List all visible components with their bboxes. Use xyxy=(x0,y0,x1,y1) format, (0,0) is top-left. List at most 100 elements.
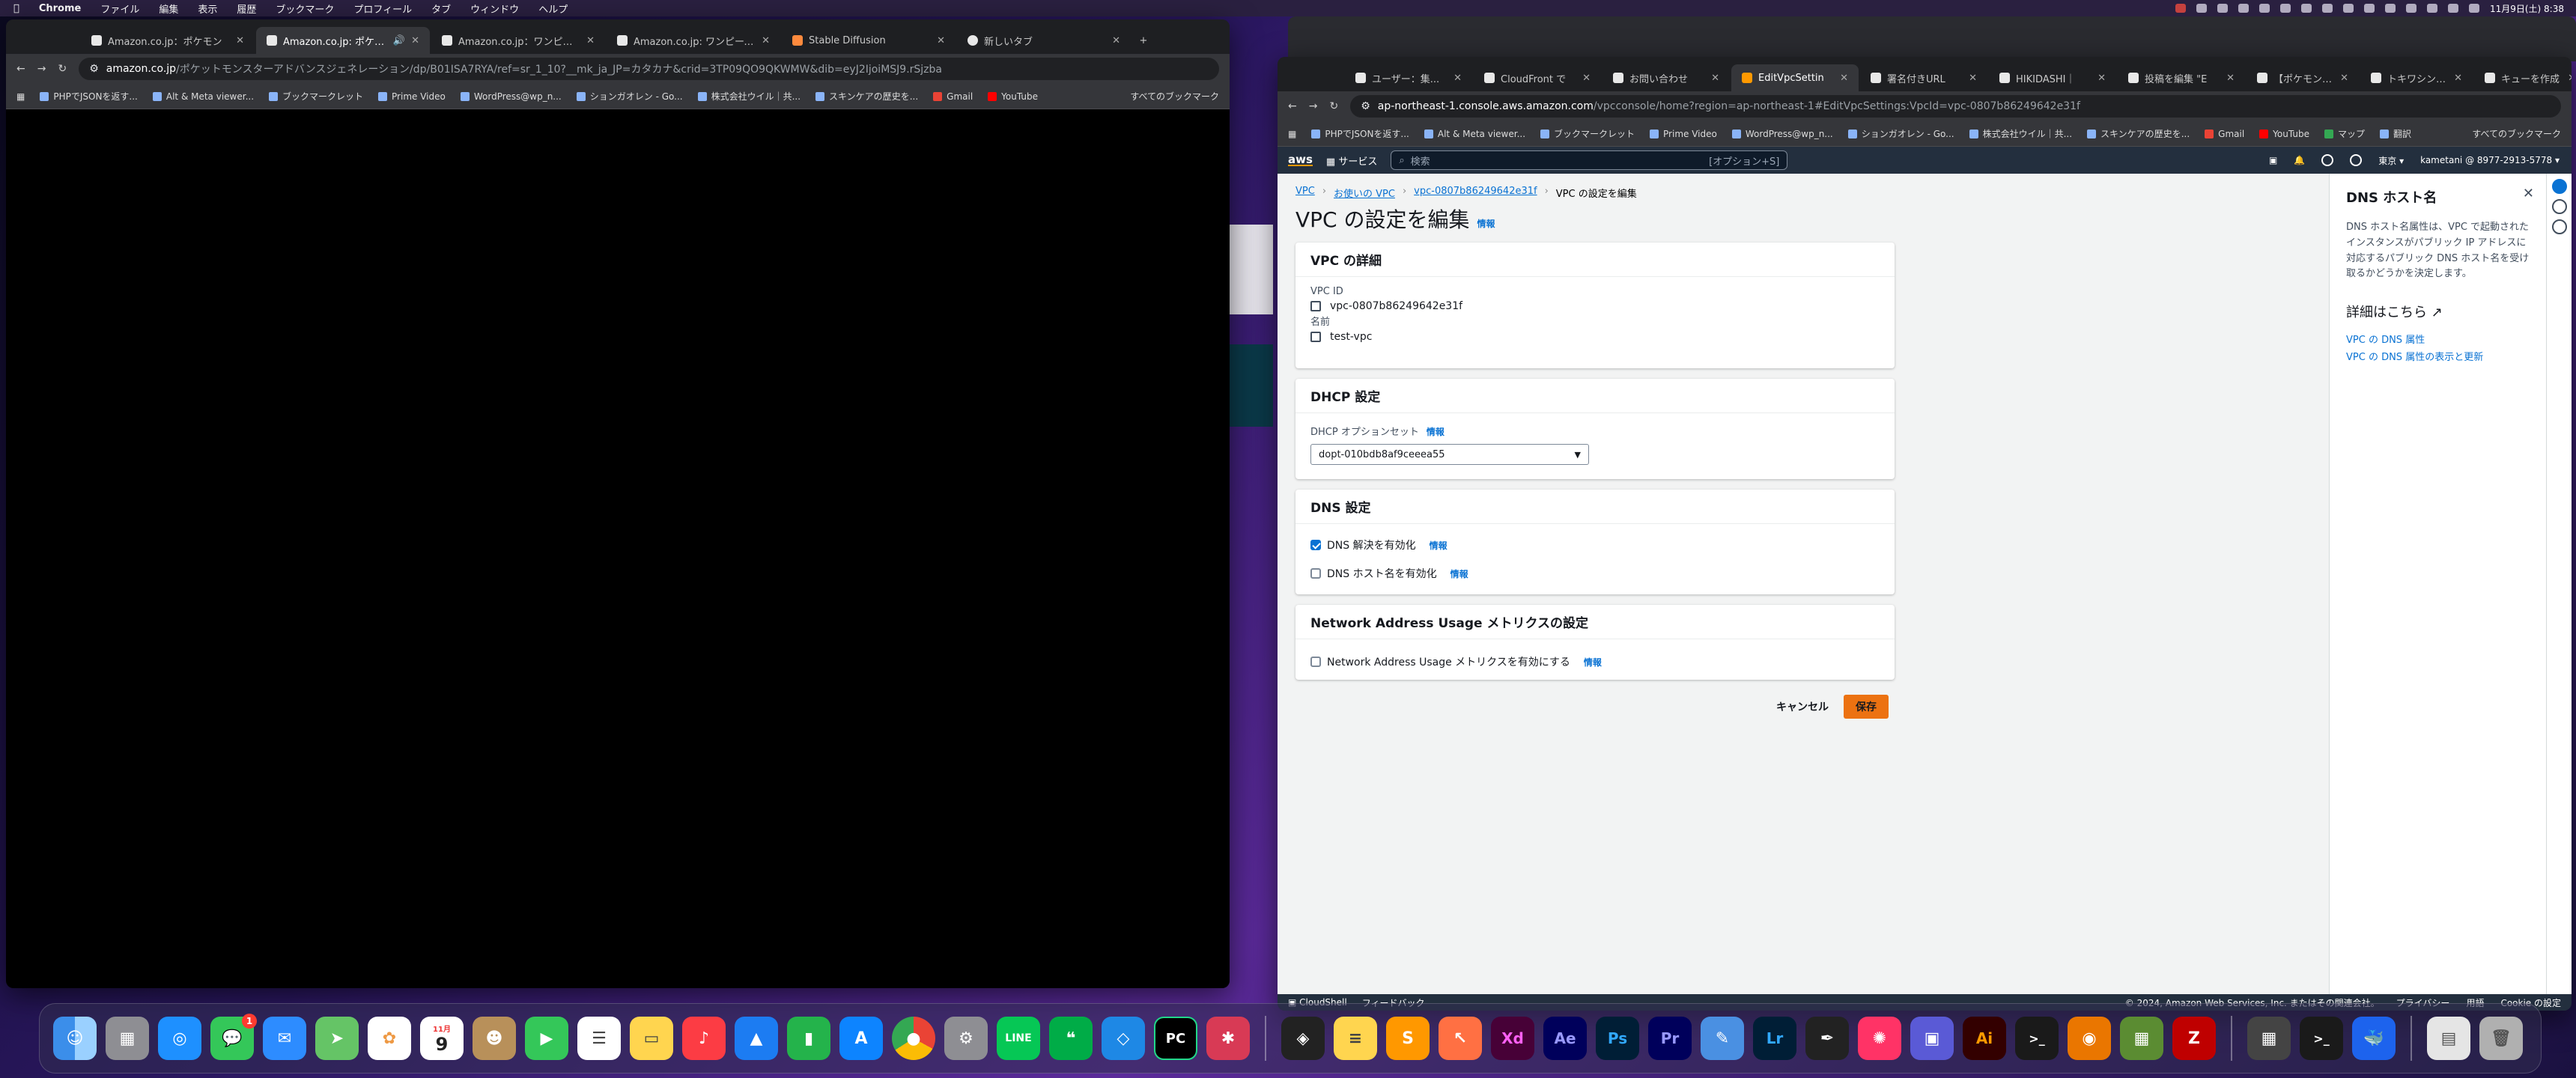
copy-icon[interactable] xyxy=(1310,332,1321,342)
tab[interactable]: 投稿を編集 "E ✕ xyxy=(2118,64,2245,91)
maps-icon[interactable]: ➤ xyxy=(315,1017,359,1060)
bookmark-item[interactable]: マップ xyxy=(2324,127,2365,140)
cloudshell-icon[interactable]: ▣ xyxy=(2269,155,2277,165)
photo-booth-icon[interactable]: ✱ xyxy=(1206,1017,1250,1060)
bookmark-item[interactable]: PHPでJSONを返す... xyxy=(40,90,138,103)
bookmark-item[interactable]: Prime Video xyxy=(1650,129,1717,139)
filezilla-icon[interactable]: Z xyxy=(2172,1017,2216,1060)
finder-icon[interactable]: ☺ xyxy=(53,1017,97,1060)
close-icon[interactable]: ✕ xyxy=(2523,186,2534,201)
bookmark-item[interactable]: スキンケアの歴史を... xyxy=(2087,127,2190,140)
bookmark-item[interactable]: YouTube xyxy=(2259,129,2309,139)
info-link[interactable]: 情報 xyxy=(1477,219,1495,229)
tab-new-tab[interactable]: 新しいタブ ✕ xyxy=(957,27,1131,54)
bookmark-item[interactable]: ブックマークレット xyxy=(1540,127,1635,140)
address-bar[interactable]: ⚙ ap-northeast-1.console.aws.amazon.com /… xyxy=(1350,95,2561,118)
menu-help[interactable]: ヘルプ xyxy=(538,1,568,16)
status-app-icon[interactable] xyxy=(2217,4,2228,13)
bookmark-item[interactable]: 翻訳 xyxy=(2379,127,2411,140)
save-button[interactable]: 保存 xyxy=(1844,695,1889,719)
bookmark-item[interactable]: Gmail xyxy=(933,91,973,102)
line-icon[interactable]: LINE xyxy=(997,1017,1040,1060)
status-app-icon[interactable] xyxy=(2238,4,2249,13)
bookmark-item[interactable]: ションガオレン - Go... xyxy=(576,90,683,103)
address-bar[interactable]: ⚙ amazon.co.jp/ポケットモンスターアドバンスジェネレーション/dp… xyxy=(79,58,1219,80)
status-app-icon[interactable] xyxy=(2196,4,2207,13)
tab[interactable]: キューを作成✕ xyxy=(2474,64,2572,91)
tab-amazon-pocket-monster[interactable]: Amazon.co.jp: ポケットモ 🔊 ✕ xyxy=(256,27,430,54)
wifi-icon[interactable] xyxy=(2405,4,2416,13)
music-icon[interactable]: ♪ xyxy=(682,1017,726,1060)
lightroom-icon[interactable]: Lr xyxy=(1753,1017,1796,1060)
bookmark-item[interactable]: Prime Video xyxy=(378,91,446,102)
tab[interactable]: ユーザー：集... ✕ xyxy=(1345,64,1472,91)
bookmark-item[interactable]: WordPress@wp_n... xyxy=(460,91,562,102)
breadcrumb-your-vpcs[interactable]: お使いの VPC xyxy=(1334,186,1395,200)
stickies-icon[interactable]: ≡ xyxy=(1334,1017,1377,1060)
account-menu[interactable]: kametani @ 8977-2913-5778 ▾ xyxy=(2420,155,2560,165)
battery-icon[interactable] xyxy=(2384,4,2396,13)
photos-icon[interactable]: ✿ xyxy=(368,1017,411,1060)
photoshop-icon[interactable]: Ps xyxy=(1596,1017,1639,1060)
copy-icon[interactable] xyxy=(1310,301,1321,311)
services-menu[interactable]: ▦ サービス xyxy=(1326,153,1377,168)
tab-amazon-onepiece[interactable]: Amazon.co.jp：ワンピース ス ✕ xyxy=(431,27,605,54)
close-tab-icon[interactable]: ✕ xyxy=(937,35,945,46)
tab-stable-diffusion[interactable]: Stable Diffusion ✕ xyxy=(782,27,956,54)
terminal-icon[interactable]: >_ xyxy=(2300,1017,2343,1060)
bookmark-item[interactable]: スキンケアの歴史を... xyxy=(815,90,918,103)
tab[interactable]: 【ポケモンSV ✕ xyxy=(2247,64,2359,91)
menu-bookmarks[interactable]: ブックマーク xyxy=(276,1,334,16)
clock-icon[interactable]: ✺ xyxy=(1858,1017,1901,1060)
menu-tab[interactable]: タブ xyxy=(431,1,451,16)
markup-icon[interactable]: ✎ xyxy=(1701,1017,1744,1060)
messages-icon[interactable]: 💬 1 xyxy=(210,1014,257,1060)
settings-gear-icon[interactable] xyxy=(2350,154,2363,166)
tab[interactable]: お問い合わせ ✕ xyxy=(1603,64,1730,91)
back-icon[interactable]: ← xyxy=(16,63,25,75)
app-store-icon[interactable]: A xyxy=(839,1017,883,1060)
search-icon[interactable] xyxy=(2426,4,2437,13)
contacts-icon[interactable]: ☻ xyxy=(473,1017,516,1060)
configurator-icon[interactable]: ▣ xyxy=(1910,1017,1954,1060)
status-app-icon[interactable] xyxy=(2279,4,2291,13)
trash-icon[interactable]: 🗑 xyxy=(2479,1017,2523,1060)
numbers-icon[interactable]: ▮ xyxy=(787,1017,830,1060)
status-app-icon[interactable] xyxy=(2300,4,2312,13)
dns-resolution-checkbox[interactable] xyxy=(1310,540,1321,550)
info-link[interactable]: 情報 xyxy=(1427,427,1445,437)
bookmark-item[interactable]: Alt & Meta viewer... xyxy=(1424,129,1525,139)
info-link[interactable]: 情報 xyxy=(1584,656,1602,669)
menu-window[interactable]: ウィンドウ xyxy=(470,1,519,16)
close-tab-icon[interactable]: ✕ xyxy=(236,35,244,46)
menu-file[interactable]: ファイル xyxy=(100,1,139,16)
bookmark-item[interactable]: Alt & Meta viewer... xyxy=(152,91,254,102)
status-app-icon[interactable] xyxy=(2258,4,2270,13)
calendar-icon[interactable]: 11月 9 xyxy=(420,1017,464,1060)
close-tab-icon[interactable]: ✕ xyxy=(1112,35,1120,46)
new-tab-button[interactable]: + xyxy=(1132,27,1155,54)
close-tab-icon[interactable]: ✕ xyxy=(2097,73,2106,84)
bookmark-item[interactable]: ブックマークレット xyxy=(269,90,363,103)
info-link[interactable]: 情報 xyxy=(1450,567,1468,580)
menu-history[interactable]: 履歴 xyxy=(237,1,256,16)
close-tab-icon[interactable]: ✕ xyxy=(1969,73,1977,84)
close-tab-icon[interactable]: ✕ xyxy=(586,35,595,46)
menu-edit[interactable]: 編集 xyxy=(159,1,178,16)
safari-icon[interactable]: ◎ xyxy=(158,1017,201,1060)
dns-hostnames-label[interactable]: DNS ホスト名を有効化 xyxy=(1327,566,1437,581)
nau-label[interactable]: Network Address Usage メトリクスを有効にする xyxy=(1327,654,1570,669)
facetime-icon[interactable]: ▶ xyxy=(525,1017,568,1060)
reload-icon[interactable]: ↻ xyxy=(58,63,67,75)
dns-hostnames-checkbox[interactable] xyxy=(1310,568,1321,579)
tab[interactable]: トキワシン ジ ✕ xyxy=(2360,64,2473,91)
tab-amazon-pokemon[interactable]: Amazon.co.jp：ポケモン ✕ xyxy=(81,27,255,54)
info-icon[interactable] xyxy=(2551,179,2567,194)
close-tab-icon[interactable]: ✕ xyxy=(762,35,770,46)
pycharm-icon[interactable]: PC xyxy=(1154,1017,1197,1060)
mail-icon[interactable]: ✉ xyxy=(263,1017,306,1060)
all-bookmarks[interactable]: すべてのブックマーク xyxy=(1130,90,1219,103)
status-app-icon[interactable] xyxy=(2363,4,2375,13)
history-icon[interactable] xyxy=(2551,199,2567,214)
notes-icon[interactable]: ▭ xyxy=(630,1017,673,1060)
